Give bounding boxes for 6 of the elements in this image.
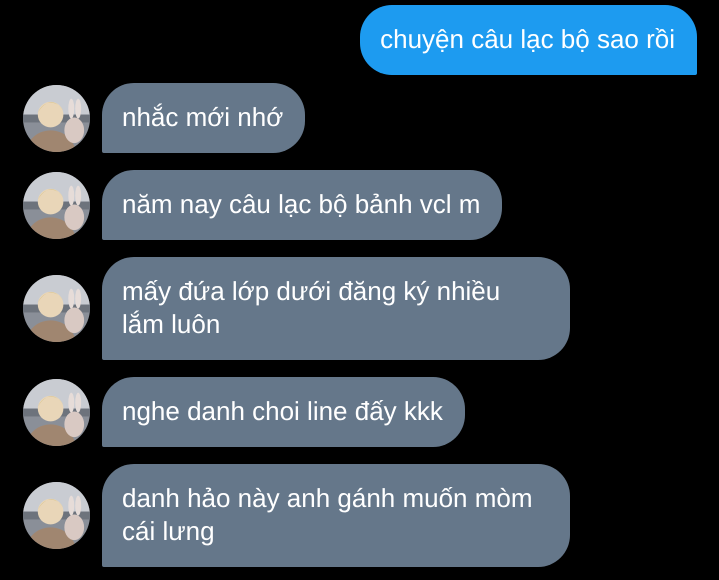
message-bubble: mấy đứa lớp dưới đăng ký nhiều lắm luôn [102,257,570,360]
message-bubble: năm nay câu lạc bộ bảnh vcl m [102,170,502,240]
message-bubble: danh hảo này anh gánh muốn mòm cái lưng [102,464,570,567]
message-bubble: chuyện câu lạc bộ sao rồi [360,5,697,75]
message-bubble: nghe danh choi line đấy kkk [102,377,465,447]
message-bubble: nhắc mới nhớ [102,83,306,153]
